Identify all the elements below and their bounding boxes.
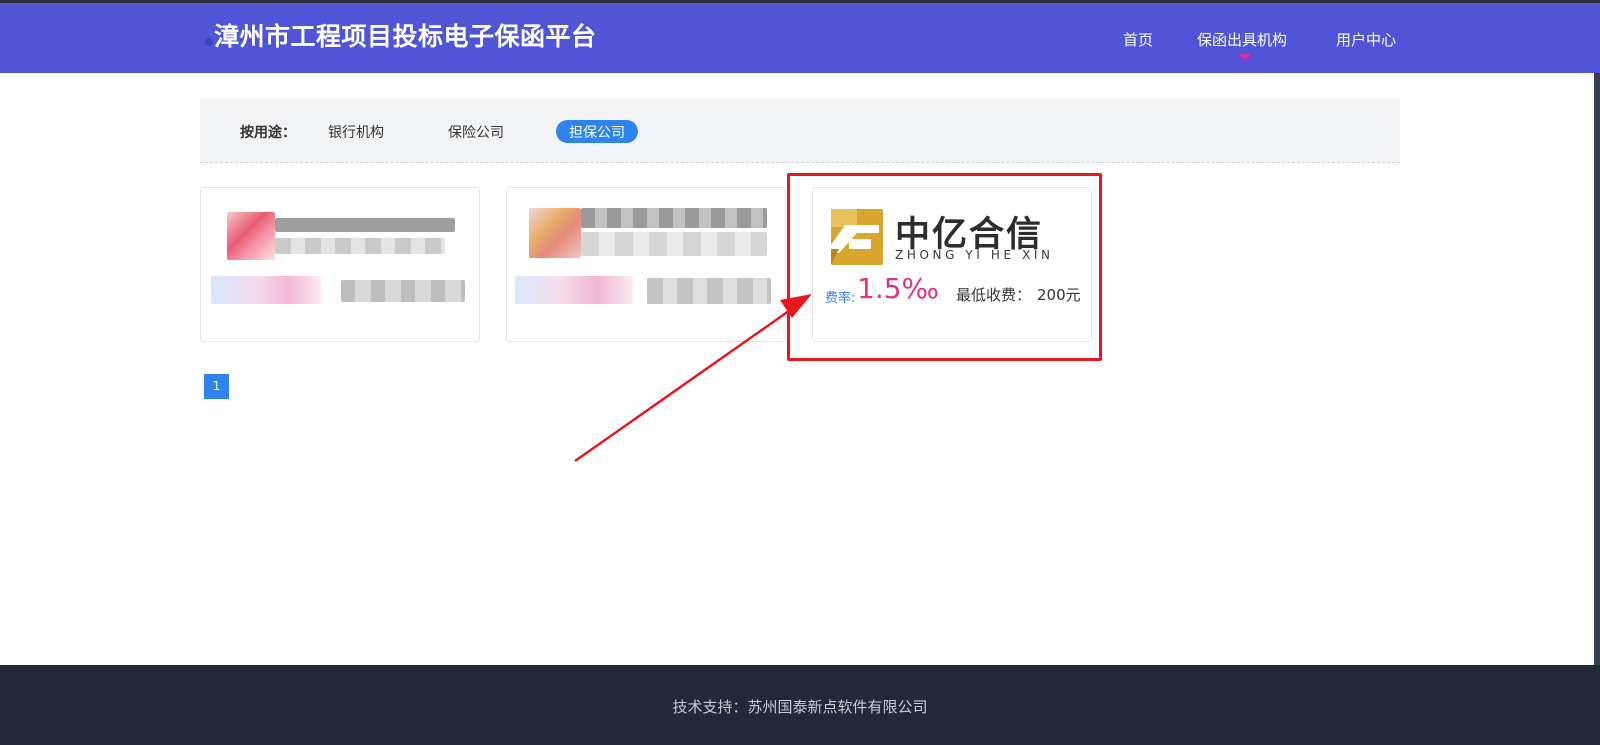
institution-card-1[interactable] — [200, 187, 480, 342]
site-footer: 技术支持：苏州国泰新点软件有限公司 — [0, 665, 1600, 745]
site-title[interactable]: 漳州市工程项目投标电子保函平台 — [214, 17, 597, 53]
blurred-name — [581, 208, 767, 228]
blurred-name — [275, 218, 455, 232]
blurred-fee — [341, 280, 465, 302]
footer-tech-support: 技术支持：苏州国泰新点软件有限公司 — [672, 698, 928, 716]
filter-option-guarantee[interactable]: 担保公司 — [556, 120, 638, 143]
highlight-annotation-box — [787, 173, 1102, 361]
title-decoration — [205, 38, 213, 46]
nav-user-center[interactable]: 用户中心 — [1336, 29, 1396, 50]
scrollbar-track[interactable] — [1594, 73, 1600, 665]
filter-option-insurance[interactable]: 保险公司 — [448, 122, 504, 142]
site-header: 漳州市工程项目投标电子保函平台 首页 保函出具机构 用户中心 — [0, 3, 1600, 73]
blurred-name-2 — [275, 238, 445, 254]
filter-option-bank[interactable]: 银行机构 — [328, 122, 384, 142]
active-nav-indicator-icon — [1236, 54, 1254, 64]
blurred-fee — [647, 278, 771, 304]
blurred-rate — [515, 276, 633, 304]
filter-bar: 按用途： 银行机构 保险公司 担保公司 — [200, 98, 1400, 163]
pagination-page-1[interactable]: 1 — [204, 374, 229, 399]
blurred-logo — [529, 208, 581, 258]
blurred-logo — [227, 212, 275, 260]
institution-card-2[interactable] — [506, 187, 786, 342]
filter-label: 按用途： — [240, 125, 296, 141]
nav-home[interactable]: 首页 — [1123, 29, 1153, 50]
blurred-name-2 — [581, 232, 767, 256]
nav-guarantee-institutions[interactable]: 保函出具机构 — [1197, 29, 1287, 50]
blurred-rate — [211, 276, 321, 304]
